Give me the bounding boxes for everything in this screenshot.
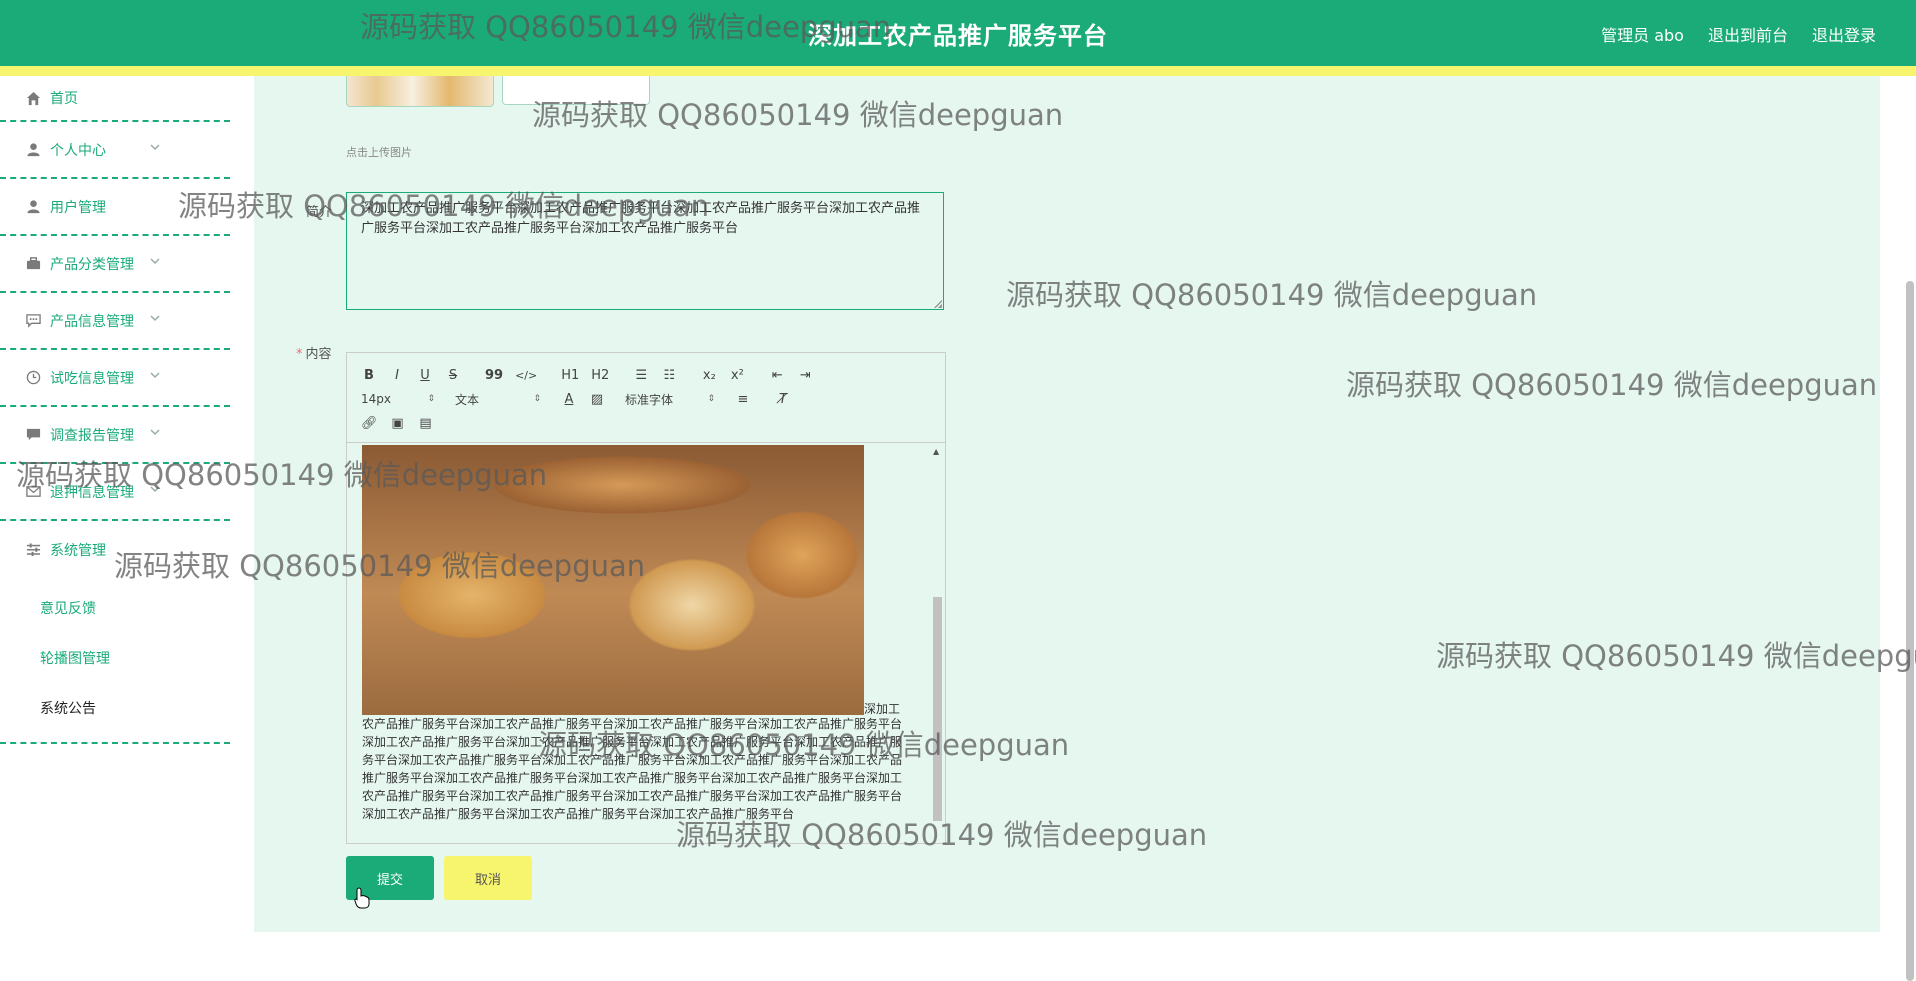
message-icon (24, 426, 42, 444)
sidebar: 首页 个人中心 用户管理 产品分类管理 产品信息管理 试吃信息管理 调查报告管理… (0, 76, 230, 932)
submenu-item-feedback[interactable]: 意见反馈 (0, 584, 230, 634)
sidebar-item-survey-report[interactable]: 调查报告管理 (0, 407, 230, 464)
cancel-button[interactable]: 取消 (444, 856, 532, 900)
sidebar-item-user-management[interactable]: 用户管理 (0, 179, 230, 236)
sidebar-item-label: 调查报告管理 (50, 427, 134, 444)
chevron-down-icon (150, 254, 160, 265)
font-color-icon[interactable]: A (561, 392, 577, 407)
editor-toolbar: B I U S 99 </> H1 H2 ☰ ☷ x₂ x² ⇤ ⇥ 14px ⇕… (347, 353, 945, 443)
clear-format-icon[interactable]: T̸ (775, 392, 791, 407)
editor-scrollbar[interactable]: ▲ (931, 445, 943, 841)
text-type-select[interactable]: 文本 ⇕ (455, 391, 541, 408)
content-label: * 内容 (296, 347, 332, 362)
sidebar-item-refund-info[interactable]: 退押信息管理 (0, 464, 230, 521)
submenu-item-announcement[interactable]: 系统公告 (0, 684, 230, 734)
editor-text: 农产品推广服务平台深加工农产品推广服务平台深加工农产品推广服务平台深加工农产品推… (362, 717, 903, 821)
chevron-down-icon (150, 425, 160, 436)
clock-icon (24, 369, 42, 387)
italic-button[interactable]: I (389, 368, 405, 383)
superscript-button[interactable]: x² (729, 368, 745, 383)
logout-link[interactable]: 退出登录 (1812, 22, 1876, 46)
sidebar-item-label: 试吃信息管理 (50, 370, 134, 387)
chevron-down-icon (150, 368, 160, 379)
sidebar-item-label: 产品信息管理 (50, 313, 134, 330)
chevron-down-icon (150, 482, 160, 493)
underline-button[interactable]: U (417, 368, 433, 383)
sidebar-item-system-management[interactable]: 系统管理 (0, 521, 230, 578)
font-family-select[interactable]: 标准字体 ⇕ (625, 391, 715, 408)
scroll-up-icon[interactable]: ▲ (933, 447, 939, 456)
sidebar-item-label: 系统管理 (50, 542, 106, 559)
font-size-select[interactable]: 14px ⇕ (361, 392, 435, 406)
sliders-icon (24, 541, 42, 559)
summary-textarea[interactable]: 深加工农产品推广服务平台深加工农产品推广服务平台深加工农产品推广服务平台深加工农… (346, 192, 944, 310)
sidebar-item-home[interactable]: 首页 (0, 76, 230, 122)
sidebar-item-label: 用户管理 (50, 199, 106, 216)
sidebar-item-tasting-info[interactable]: 试吃信息管理 (0, 350, 230, 407)
summary-label: 简介 (306, 205, 333, 220)
video-icon[interactable]: ▤ (418, 416, 434, 431)
rich-text-editor: B I U S 99 </> H1 H2 ☰ ☷ x₂ x² ⇤ ⇥ 14px ⇕… (346, 352, 946, 844)
image-upload-box[interactable] (502, 76, 650, 105)
uploaded-image-thumbnail[interactable] (346, 76, 494, 107)
strike-button[interactable]: S (445, 368, 461, 383)
ordered-list-icon[interactable]: ☰ (633, 368, 649, 383)
summary-text: 深加工农产品推广服务平台深加工农产品推广服务平台深加工农产品推广服务平台深加工农… (361, 201, 921, 236)
home-icon (24, 89, 42, 107)
image-icon[interactable]: ▣ (390, 416, 406, 431)
mail-icon (24, 483, 42, 501)
outdent-icon[interactable]: ⇤ (769, 368, 785, 383)
editor-embedded-image[interactable] (362, 445, 864, 715)
admin-user-label[interactable]: 管理员 abo (1601, 22, 1684, 46)
sidebar-item-product-info[interactable]: 产品信息管理 (0, 293, 230, 350)
chat-icon (24, 312, 42, 330)
sidebar-item-label: 退押信息管理 (50, 484, 134, 501)
sidebar-item-product-category[interactable]: 产品分类管理 (0, 236, 230, 293)
indent-icon[interactable]: ⇥ (797, 368, 813, 383)
chevron-down-icon (150, 140, 160, 151)
page-scrollbar[interactable] (1904, 76, 1916, 981)
editor-content[interactable]: 深加工 农产品推广服务平台深加工农产品推广服务平台深加工农产品推广服务平台深加工… (347, 443, 945, 843)
exit-to-front-link[interactable]: 退出到前台 (1708, 22, 1788, 46)
system-submenu: 意见反馈 轮播图管理 系统公告 (0, 578, 230, 744)
sidebar-item-label: 首页 (50, 91, 78, 107)
sidebar-item-personal-center[interactable]: 个人中心 (0, 122, 230, 179)
header-accent-strip (0, 66, 1916, 76)
editor-scrollbar-thumb[interactable] (933, 597, 942, 821)
user-icon (24, 141, 42, 159)
h1-button[interactable]: H1 (561, 368, 579, 383)
bullet-list-icon[interactable]: ☷ (661, 368, 677, 383)
blockquote-button[interactable]: 99 (485, 368, 503, 383)
page-scrollbar-thumb[interactable] (1906, 281, 1914, 981)
link-icon[interactable]: 🔗︎ (361, 416, 378, 431)
submenu-item-carousel[interactable]: 轮播图管理 (0, 634, 230, 684)
user-icon (24, 198, 42, 216)
upload-hint: 点击上传图片 (346, 146, 412, 159)
subscript-button[interactable]: x₂ (701, 368, 717, 383)
briefcase-icon (24, 255, 42, 273)
h2-button[interactable]: H2 (591, 368, 609, 383)
chevron-down-icon (150, 311, 160, 322)
background-color-icon[interactable]: ▨ (589, 392, 605, 407)
bold-button[interactable]: B (361, 368, 377, 383)
header-links: 管理员 abo 退出到前台 退出登录 (1601, 22, 1876, 46)
hand-cursor-icon (354, 887, 370, 909)
sidebar-item-label: 产品分类管理 (50, 256, 134, 273)
code-button[interactable]: </> (515, 369, 537, 382)
top-header: 深加工农产品推广服务平台 管理员 abo 退出到前台 退出登录 (0, 0, 1916, 66)
required-mark: * (296, 347, 303, 362)
align-icon[interactable]: ≡ (735, 392, 751, 407)
resize-grip-icon[interactable] (934, 300, 942, 308)
sidebar-item-label: 个人中心 (50, 142, 106, 159)
